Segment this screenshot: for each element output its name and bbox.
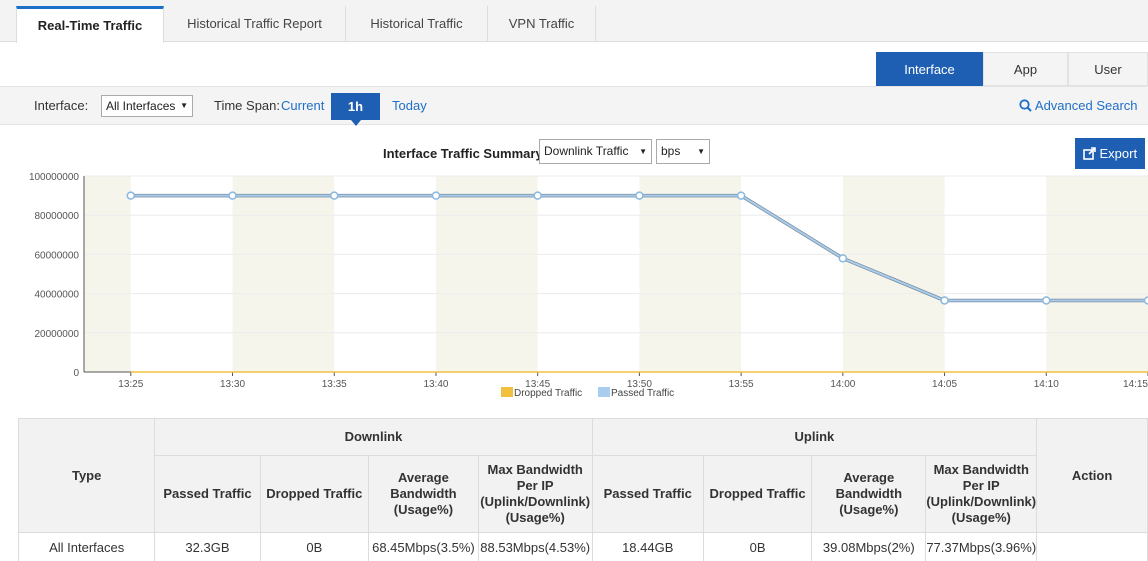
y-tick-label: 80000000	[35, 211, 80, 222]
tab-historical-traffic-report[interactable]: Historical Traffic Report	[164, 6, 346, 42]
unit-select-value: bps	[661, 144, 681, 158]
chart-background-band	[639, 176, 742, 372]
passed-traffic-point	[635, 191, 644, 200]
y-tick-label: 40000000	[35, 290, 80, 301]
user-view-button[interactable]: User	[1068, 52, 1148, 86]
uplink-group-header: Uplink	[591, 418, 1038, 456]
x-tick-label: 13:55	[729, 379, 754, 390]
traffic-summary-table: Type Downlink Uplink Action Passed Traff…	[17, 418, 1148, 561]
passed-traffic-point	[838, 254, 848, 263]
interface-select-value: All Interfaces	[106, 99, 176, 113]
filter-bar: Interface: All Interfaces ▼ Time Span: Cu…	[0, 86, 1148, 126]
passed-traffic-point	[228, 191, 237, 200]
passed-traffic-point	[329, 191, 339, 200]
x-tick-label: 14:05	[932, 379, 957, 390]
export-label: Export	[1099, 146, 1138, 161]
cell-down-average: 68.45Mbps(3.5%)	[368, 532, 479, 561]
cell-type: All Interfaces	[17, 532, 156, 561]
x-tick-label: 14:00	[830, 379, 855, 390]
tab-vpn-traffic[interactable]: VPN Traffic	[488, 6, 596, 42]
downlink-group-header: Downlink	[154, 418, 593, 456]
time-span-label: Time Span:	[214, 98, 280, 113]
tab-bar: Real-Time Traffic Historical Traffic Rep…	[0, 0, 1148, 43]
app-view-button[interactable]: App	[983, 52, 1068, 86]
up-passed-header: Passed Traffic	[591, 455, 704, 533]
y-tick-label: 60000000	[35, 250, 80, 261]
search-icon	[1019, 99, 1032, 112]
interface-view-button[interactable]: Interface	[876, 52, 983, 86]
caret-down-icon: ▼	[180, 101, 188, 110]
cell-up-average: 39.08Mbps(2%)	[811, 532, 927, 561]
advanced-search-label: Advanced Search	[1034, 98, 1138, 113]
passed-traffic-point	[1042, 296, 1051, 305]
y-tick-label: 20000000	[35, 329, 80, 340]
chart-background-band	[84, 176, 131, 372]
passed-traffic-point	[533, 191, 542, 200]
legend-swatch-passed	[598, 387, 610, 397]
cell-up-passed: 18.44GB	[591, 532, 704, 561]
x-tick-label: 13:30	[220, 379, 245, 390]
time-span-1h-button[interactable]: 1h	[331, 93, 380, 126]
time-span-current-link[interactable]: Current	[281, 98, 324, 113]
x-tick-label: 14:10	[1034, 379, 1059, 390]
legend-swatch-dropped	[501, 387, 513, 397]
time-span-today-link[interactable]: Today	[392, 98, 427, 113]
chart-background-band	[435, 176, 538, 372]
tab-historical-traffic[interactable]: Historical Traffic	[346, 6, 488, 42]
down-max-header: Max Bandwidth Per IP (Uplink/Downlink) (Usa…	[477, 455, 593, 533]
passed-traffic-point	[126, 191, 136, 200]
cell-up-dropped: 0B	[702, 532, 813, 561]
interface-select[interactable]: All Interfaces ▼	[101, 95, 193, 117]
up-dropped-header: Dropped Traffic	[702, 455, 813, 533]
passed-traffic-point	[431, 191, 441, 200]
down-average-header: Average Bandwidth (Usage%)	[368, 455, 479, 533]
tab-real-time-traffic[interactable]: Real-Time Traffic	[16, 6, 164, 43]
col-action-header: Action	[1036, 418, 1148, 533]
legend-label-dropped: Dropped Traffic	[514, 388, 582, 399]
cell-action	[1036, 532, 1148, 561]
direction-select-value: Downlink Traffic	[544, 144, 629, 158]
chart-background-band	[232, 176, 335, 372]
x-tick-label: 13:40	[423, 379, 448, 390]
x-tick-label: 13:25	[118, 379, 143, 390]
traffic-line-chart: 100000000 80000000 60000000 40000000 2000000…	[29, 172, 1148, 399]
cell-down-max: 88.53Mbps(4.53%)	[477, 532, 593, 561]
cell-down-dropped: 0B	[259, 532, 370, 561]
chart-background-band	[1046, 176, 1148, 372]
advanced-search-link[interactable]: Advanced Search	[1019, 98, 1138, 113]
col-type-header: Type	[17, 418, 156, 533]
chart-title: Interface Traffic Summary	[383, 146, 543, 161]
up-average-header: Average Bandwidth (Usage%)	[811, 455, 927, 533]
y-tick-label: 0	[73, 368, 79, 379]
passed-traffic-point	[1143, 296, 1148, 305]
table-row: All Interfaces 32.3GB 0B 68.45Mbps(3.5%)…	[17, 532, 1148, 561]
x-tick-label: 14:15	[1123, 379, 1148, 390]
down-passed-header: Passed Traffic	[154, 455, 261, 533]
passed-traffic-point	[940, 296, 949, 305]
x-tick-label: 13:35	[322, 379, 347, 390]
y-tick-label: 100000000	[29, 172, 79, 183]
cell-down-passed: 32.3GB	[154, 532, 261, 561]
down-dropped-header: Dropped Traffic	[259, 455, 370, 533]
cell-up-max: 77.37Mbps(3.96%)	[925, 532, 1038, 561]
up-max-header: Max Bandwidth Per IP (Uplink/Downlink) (Usa…	[925, 455, 1038, 533]
interface-label: Interface:	[34, 98, 89, 113]
passed-traffic-point	[736, 191, 746, 200]
legend-label-passed: Passed Traffic	[611, 388, 674, 399]
export-icon	[1083, 147, 1096, 160]
chart-background-band	[842, 176, 945, 372]
